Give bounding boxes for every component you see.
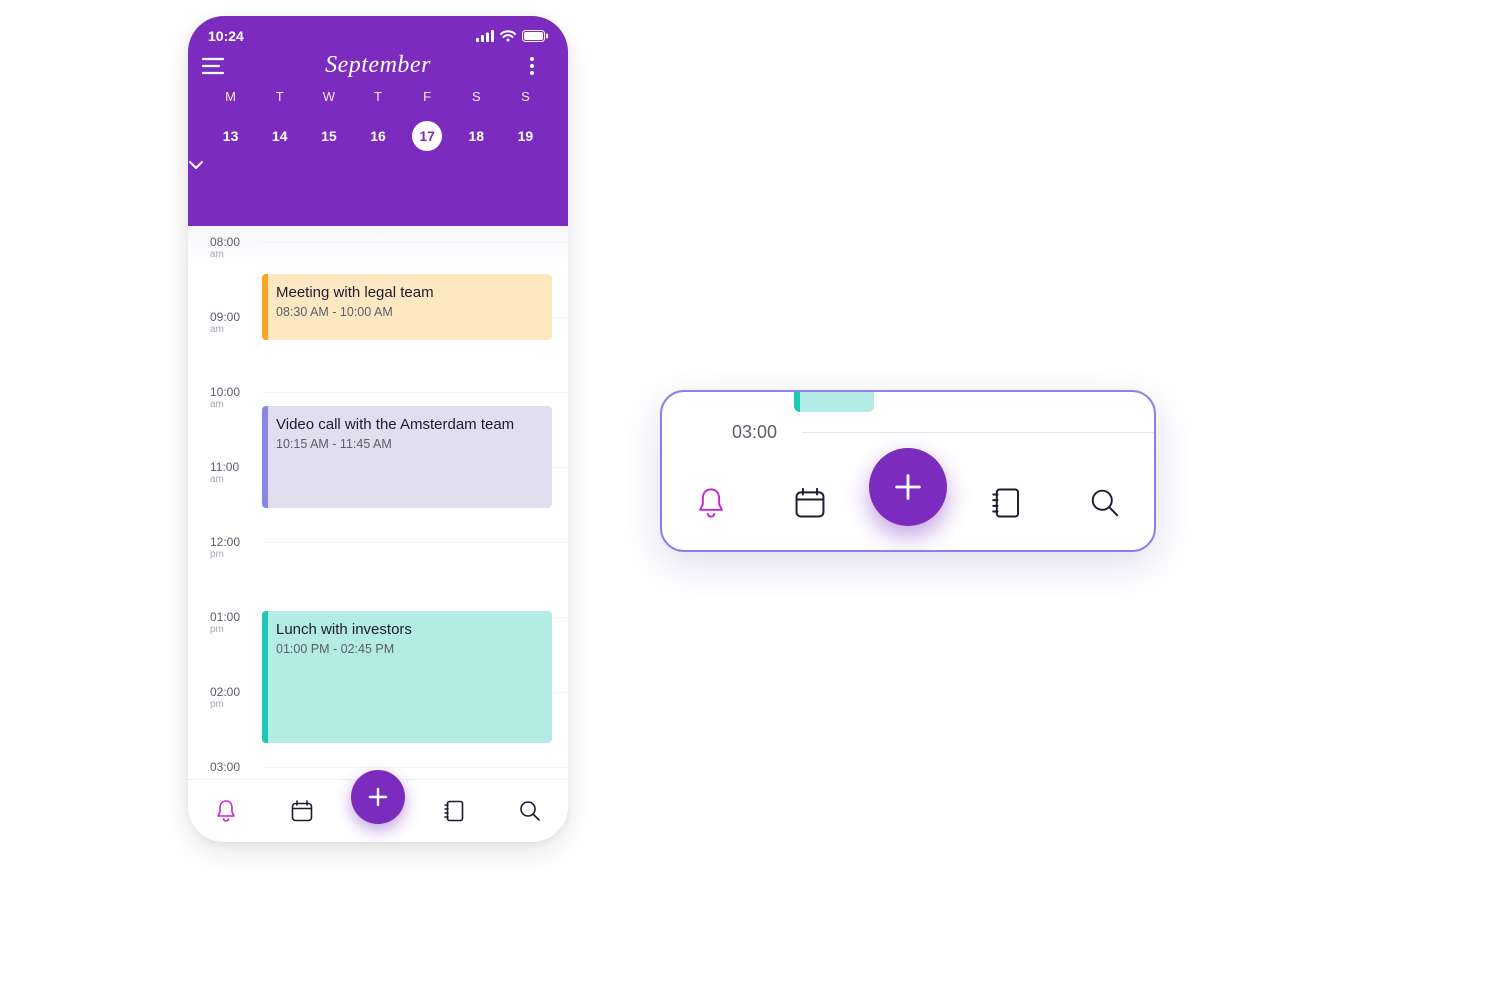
battery-icon	[522, 30, 548, 42]
detail-add-event-button[interactable]	[869, 448, 947, 526]
day-cell[interactable]: 16	[353, 120, 402, 152]
tab-search[interactable]	[519, 800, 541, 822]
detail-hour-line	[802, 432, 1154, 433]
day-cell[interactable]: 19	[501, 120, 550, 152]
weekday-cell: M	[206, 89, 255, 104]
hour-line	[262, 392, 568, 393]
day-cell[interactable]: 17	[403, 120, 452, 152]
calendar-event[interactable]: Video call with the Amsterdam team 10:15 …	[262, 406, 552, 508]
tab-calendar[interactable]	[290, 799, 314, 823]
calendar-event[interactable]: Lunch with investors 01:00 PM - 02:45 PM	[262, 611, 552, 743]
event-time: 01:00 PM - 02:45 PM	[276, 642, 538, 656]
time-slot-label: 02:00pm	[210, 686, 240, 710]
cellular-icon	[476, 30, 494, 42]
detail-event-fragment	[794, 392, 874, 412]
time-slot-label: 12:00pm	[210, 536, 240, 560]
event-title: Meeting with legal team	[276, 284, 538, 301]
day-row[interactable]: 13141516 17 1819	[188, 120, 568, 152]
time-slot-label: 01:00pm	[210, 611, 240, 635]
weekday-cell: T	[353, 89, 402, 104]
weekday-cell: S	[501, 89, 550, 104]
day-cell[interactable]: 18	[452, 120, 501, 152]
tab-notifications[interactable]	[215, 799, 237, 823]
weekday-cell: W	[304, 89, 353, 104]
detail-tab-calendar[interactable]	[793, 486, 827, 520]
month-title: September	[325, 52, 431, 79]
time-slot-label: 03:00	[210, 761, 240, 774]
weekday-row: MTWTFSS	[188, 89, 568, 104]
time-slot-label: 09:00am	[210, 311, 240, 335]
hour-line	[262, 767, 568, 768]
tab-notes[interactable]	[443, 799, 465, 823]
event-color-stripe	[262, 611, 268, 743]
add-event-button[interactable]	[351, 770, 405, 824]
hour-line	[262, 242, 568, 243]
detail-tab-notes[interactable]	[990, 486, 1022, 520]
tab-bar	[188, 779, 568, 842]
menu-icon[interactable]	[202, 57, 226, 75]
day-cell-today[interactable]: 17	[412, 121, 442, 151]
phone-frame: 10:24 September	[188, 16, 568, 842]
more-icon[interactable]	[530, 57, 554, 75]
time-slot-label: 11:00am	[210, 461, 239, 485]
tab-bar-detail: 03:00	[660, 390, 1156, 552]
event-title: Lunch with investors	[276, 621, 538, 638]
status-bar: 10:24	[188, 16, 568, 48]
time-slot-label: 08:00am	[210, 236, 240, 260]
event-color-stripe	[262, 274, 268, 340]
event-color-stripe	[262, 406, 268, 508]
time-slot-label: 10:00am	[210, 386, 240, 410]
calendar-header: 10:24 September	[188, 16, 568, 226]
status-icons	[476, 30, 548, 42]
day-cell[interactable]: 14	[255, 120, 304, 152]
weekday-cell: T	[255, 89, 304, 104]
detail-tab-search[interactable]	[1090, 488, 1120, 518]
expand-week-button[interactable]	[188, 160, 568, 170]
weekday-cell: S	[452, 89, 501, 104]
event-title: Video call with the Amsterdam team	[276, 416, 538, 433]
status-time: 10:24	[208, 28, 244, 44]
detail-time-label: 03:00	[732, 422, 777, 443]
hour-line	[262, 542, 568, 543]
day-cell[interactable]: 15	[304, 120, 353, 152]
calendar-event[interactable]: Meeting with legal team 08:30 AM - 10:00 …	[262, 274, 552, 340]
wifi-icon	[500, 30, 516, 42]
agenda-timeline[interactable]: 08:00am 09:00am 10:00am 11:00am 12:00pm 01:00…	[188, 226, 568, 814]
event-time: 08:30 AM - 10:00 AM	[276, 305, 538, 319]
event-time: 10:15 AM - 11:45 AM	[276, 437, 538, 451]
detail-tab-notifications[interactable]	[696, 486, 726, 520]
weekday-cell: F	[403, 89, 452, 104]
day-cell[interactable]: 13	[206, 120, 255, 152]
